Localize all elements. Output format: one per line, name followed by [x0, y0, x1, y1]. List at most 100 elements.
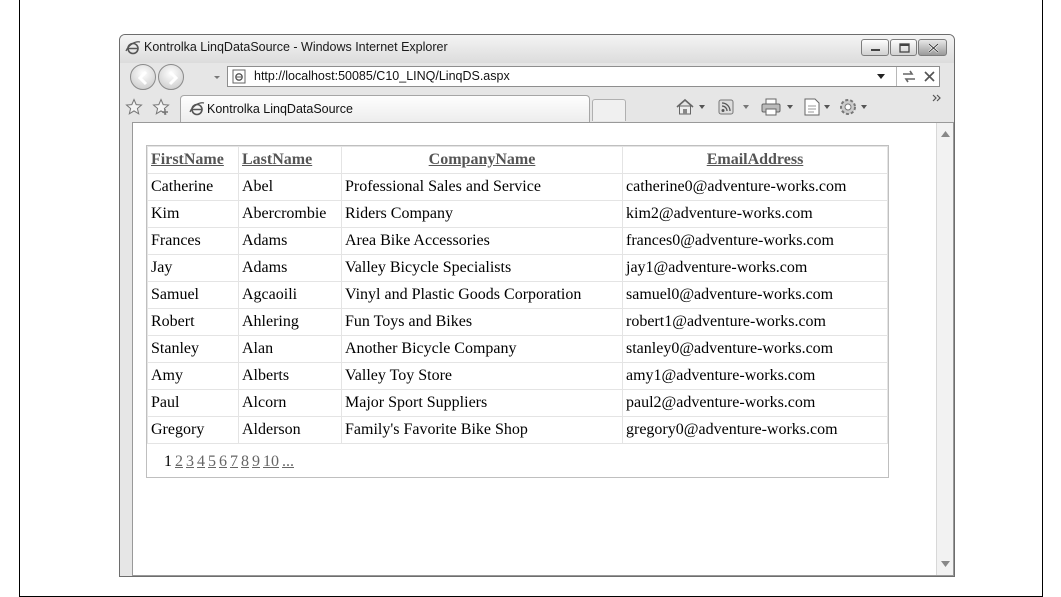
- vertical-scrollbar[interactable]: [936, 123, 953, 575]
- browser-window: Kontrolka LinqDataSource - Windows Inter…: [119, 34, 955, 577]
- table-row: Stanley Alan Another Bicycle Company stanle…: [147, 335, 888, 363]
- companyname-cell: Another Bicycle Company: [341, 335, 623, 363]
- refresh-icon[interactable]: [900, 68, 918, 85]
- companyname-cell: Family's Favorite Bike Shop: [341, 416, 623, 444]
- table-row: Frances Adams Area Bike Accessories frances…: [147, 227, 888, 255]
- home-icon[interactable]: [674, 96, 708, 118]
- pager-link[interactable]: 10: [263, 453, 279, 470]
- add-favorites-icon[interactable]: [152, 98, 170, 116]
- companyname-cell: Area Bike Accessories: [341, 227, 623, 255]
- table-row: Gregory Alderson Family's Favorite Bike Sh…: [147, 416, 888, 444]
- close-button[interactable]: [918, 39, 947, 56]
- emailaddress-cell: paul2@adventure-works.com: [622, 389, 888, 417]
- ie-page-icon: [189, 102, 205, 116]
- pager-link[interactable]: ...: [282, 453, 294, 470]
- tab-linqdatasource[interactable]: Kontrolka LinqDataSource: [180, 95, 590, 123]
- firstname-cell: Frances: [147, 227, 239, 255]
- pager-link[interactable]: 9: [252, 453, 260, 470]
- feeds-icon[interactable]: [716, 96, 754, 118]
- forward-icon: [168, 70, 179, 86]
- tab-label: Kontrolka LinqDataSource: [207, 102, 353, 116]
- lastname-cell: Adams: [238, 254, 342, 282]
- chevron-more-icon[interactable]: [930, 92, 944, 106]
- companyname-cell: Major Sport Suppliers: [341, 389, 623, 417]
- address-separator: [896, 67, 897, 86]
- page-content: FirstName LastName CompanyName EmailAddr…: [132, 122, 954, 576]
- pager-link[interactable]: 5: [208, 453, 216, 470]
- grid-table: FirstName LastName CompanyName EmailAddr…: [147, 146, 888, 444]
- back-icon: [137, 70, 148, 86]
- firstname-cell: Samuel: [147, 281, 239, 309]
- pager-link[interactable]: 6: [219, 453, 227, 470]
- pager-current-page: 1: [164, 453, 172, 470]
- grid-pager: 1 2 3 4 5 6 7 8 9 10...: [164, 453, 297, 471]
- companyname-cell: Valley Toy Store: [341, 362, 623, 390]
- dropdown-icon[interactable]: [212, 72, 222, 82]
- table-row: Samuel Agcaoili Vinyl and Plastic Goods Co…: [147, 281, 888, 309]
- navigation-bar: http://localhost:50085/C10_LINQ/LinqDS.a…: [120, 63, 954, 91]
- window-title: Kontrolka LinqDataSource - Windows Inter…: [144, 40, 448, 54]
- companyname-cell: Valley Bicycle Specialists: [341, 254, 623, 282]
- data-grid: FirstName LastName CompanyName EmailAddr…: [146, 145, 889, 478]
- new-tab-button[interactable]: [592, 99, 626, 121]
- stop-icon[interactable]: [921, 68, 938, 85]
- table-row: Jay Adams Valley Bicycle Specialists jay1@a…: [147, 254, 888, 282]
- table-row: Catherine Abel Professional Sales and Serv…: [147, 173, 888, 201]
- forward-button[interactable]: [158, 64, 184, 90]
- lastname-cell: Alberts: [238, 362, 342, 390]
- figure-frame-right: [1042, 0, 1043, 597]
- firstname-cell: Gregory: [147, 416, 239, 444]
- lastname-cell: Ahlering: [238, 308, 342, 336]
- scroll-up-icon[interactable]: [941, 131, 950, 137]
- back-button[interactable]: [130, 64, 156, 90]
- page-icon[interactable]: [802, 96, 836, 118]
- lastname-cell: Alcorn: [238, 389, 342, 417]
- column-header-lastname[interactable]: LastName: [238, 146, 342, 174]
- lastname-cell: Alan: [238, 335, 342, 363]
- emailaddress-cell: jay1@adventure-works.com: [622, 254, 888, 282]
- firstname-cell: Stanley: [147, 335, 239, 363]
- table-row: Amy Alberts Valley Toy Store amy1@adventure…: [147, 362, 888, 390]
- emailaddress-cell: gregory0@adventure-works.com: [622, 416, 888, 444]
- restore-icon: [899, 43, 910, 53]
- address-dropdown-icon[interactable]: [876, 71, 886, 81]
- emailaddress-cell: amy1@adventure-works.com: [622, 362, 888, 390]
- emailaddress-cell: stanley0@adventure-works.com: [622, 335, 888, 363]
- ie-page-icon: [232, 69, 246, 84]
- print-icon[interactable]: [760, 96, 798, 118]
- restore-button[interactable]: [890, 39, 917, 56]
- figure-frame-left: [19, 0, 20, 597]
- tab-bar: Kontrolka LinqDataSource: [120, 92, 954, 123]
- grid-header-row: FirstName LastName CompanyName EmailAddr…: [147, 146, 888, 174]
- address-bar[interactable]: http://localhost:50085/C10_LINQ/LinqDS.a…: [227, 66, 940, 87]
- column-header-firstname[interactable]: FirstName: [147, 146, 239, 174]
- companyname-cell: Vinyl and Plastic Goods Corporation: [341, 281, 623, 309]
- address-url[interactable]: http://localhost:50085/C10_LINQ/LinqDS.a…: [254, 69, 510, 83]
- table-row: Robert Ahlering Fun Toys and Bikes robert1@…: [147, 308, 888, 336]
- scroll-down-icon[interactable]: [941, 561, 950, 567]
- pager-link[interactable]: 8: [241, 453, 249, 470]
- tools-icon[interactable]: [836, 96, 876, 118]
- companyname-cell: Professional Sales and Service: [341, 173, 623, 201]
- emailaddress-cell: kim2@adventure-works.com: [622, 200, 888, 228]
- pager-link[interactable]: 4: [197, 453, 205, 470]
- favorites-star-icon[interactable]: [125, 98, 143, 116]
- minimize-button[interactable]: [861, 39, 889, 56]
- firstname-cell: Paul: [147, 389, 239, 417]
- emailaddress-cell: frances0@adventure-works.com: [622, 227, 888, 255]
- companyname-cell: Riders Company: [341, 200, 623, 228]
- close-icon: [928, 43, 939, 53]
- column-header-companyname[interactable]: CompanyName: [341, 146, 623, 174]
- lastname-cell: Abercrombie: [238, 200, 342, 228]
- minimize-icon: [871, 49, 880, 51]
- firstname-cell: Kim: [147, 200, 239, 228]
- firstname-cell: Jay: [147, 254, 239, 282]
- column-header-emailaddress[interactable]: EmailAddress: [622, 146, 888, 174]
- pager-link[interactable]: 3: [186, 453, 194, 470]
- companyname-cell: Fun Toys and Bikes: [341, 308, 623, 336]
- ie-logo-icon: [125, 41, 141, 55]
- lastname-cell: Adams: [238, 227, 342, 255]
- pager-link[interactable]: 7: [230, 453, 238, 470]
- firstname-cell: Amy: [147, 362, 239, 390]
- pager-link[interactable]: 2: [175, 453, 183, 470]
